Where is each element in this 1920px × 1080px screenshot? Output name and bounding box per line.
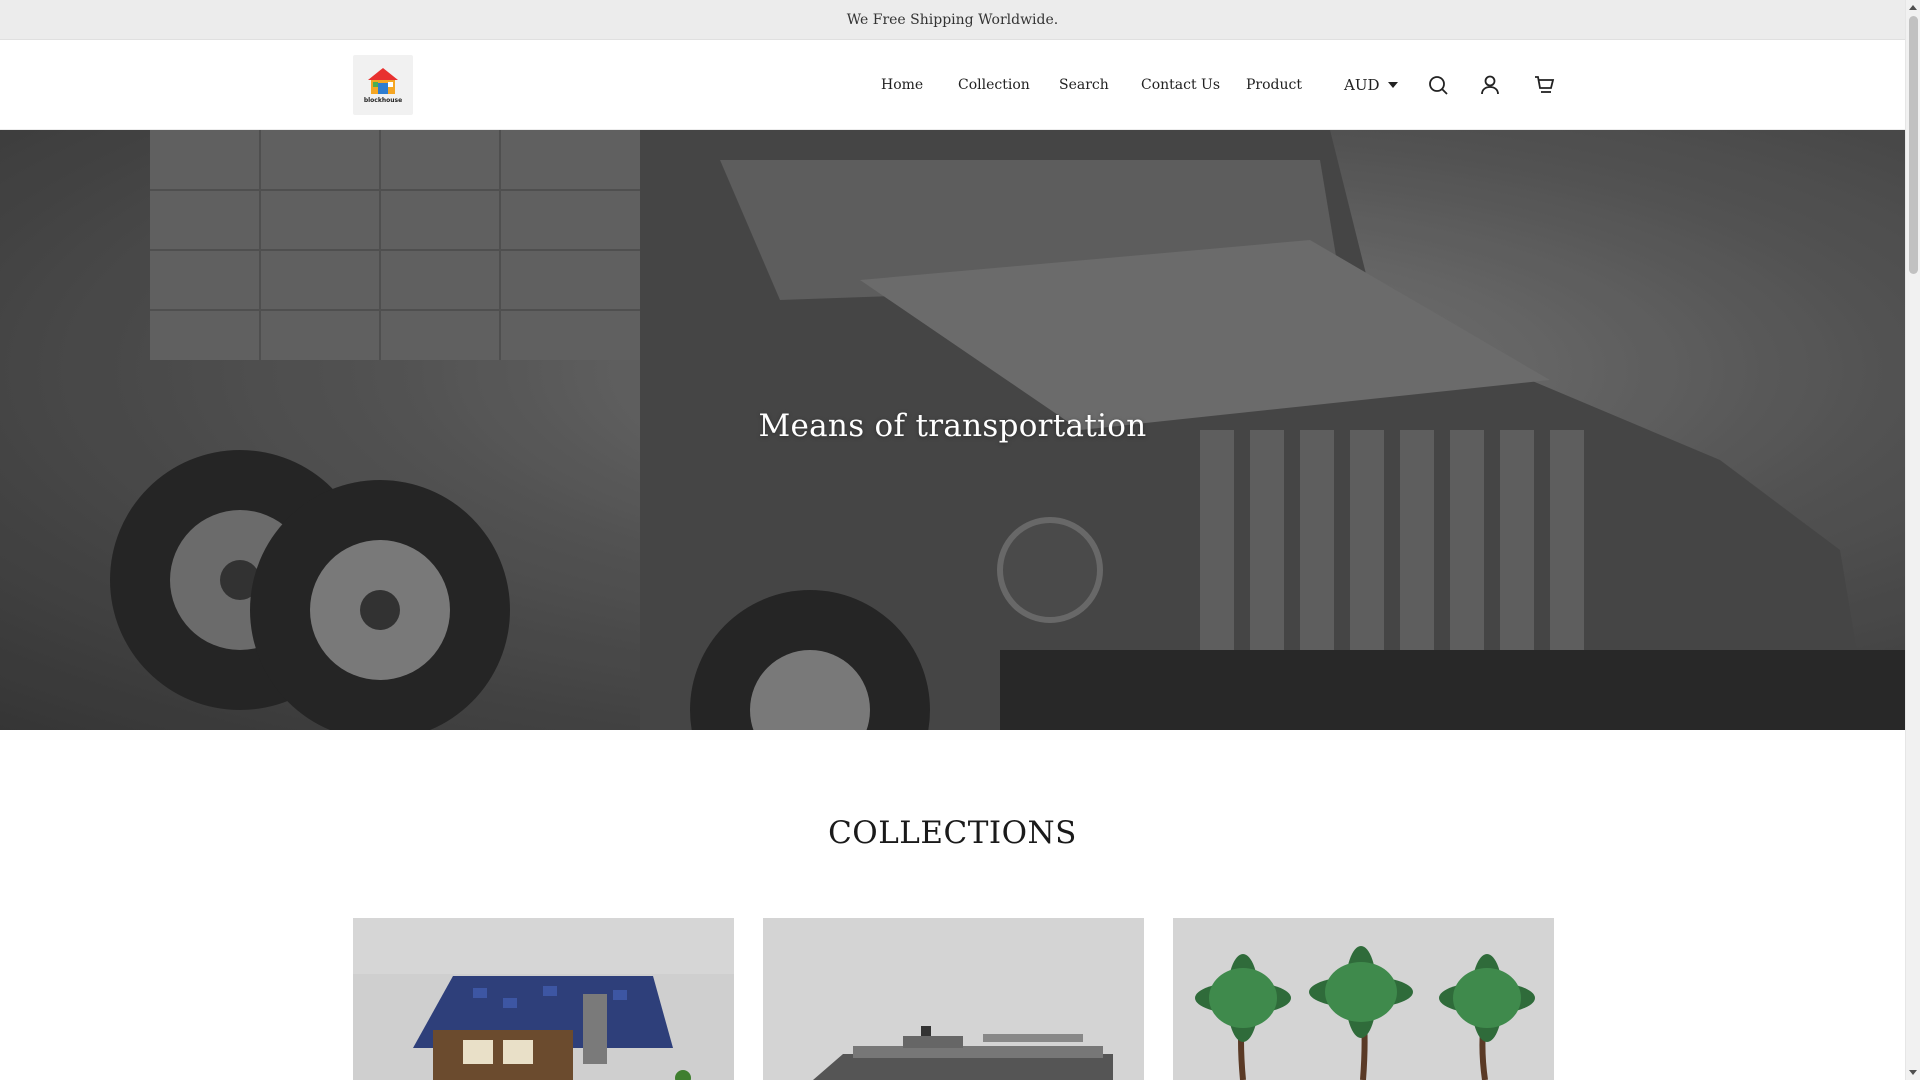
announcement-text: We Free Shipping Worldwide. bbox=[846, 11, 1059, 28]
scrollbar-thumb[interactable] bbox=[1909, 16, 1918, 274]
nav-home[interactable]: Home bbox=[881, 40, 923, 130]
collections-heading: COLLECTIONS bbox=[828, 815, 1077, 851]
search-icon[interactable] bbox=[1426, 73, 1450, 97]
main-nav: Home Collection Search Contact Us Produc… bbox=[0, 40, 1905, 130]
nav-contact-us[interactable]: Contact Us bbox=[1141, 40, 1220, 130]
announcement-bar: We Free Shipping Worldwide. bbox=[0, 0, 1905, 40]
collection-card-3[interactable] bbox=[1173, 918, 1554, 1080]
scroll-down-arrow-icon[interactable] bbox=[1909, 1070, 1917, 1075]
scroll-up-arrow-icon[interactable] bbox=[1909, 5, 1917, 10]
palm-trees-image bbox=[1173, 918, 1554, 1080]
currency-selector[interactable]: AUD bbox=[1344, 40, 1398, 130]
nav-collection[interactable]: Collection bbox=[958, 40, 1030, 130]
nav-search[interactable]: Search bbox=[1059, 40, 1109, 130]
nav-product[interactable]: Product bbox=[1246, 40, 1302, 130]
page-scrollbar[interactable] bbox=[1905, 0, 1920, 1080]
hero-title: Means of transportation bbox=[758, 408, 1147, 444]
account-icon[interactable] bbox=[1478, 73, 1502, 97]
medieval-house-image bbox=[353, 918, 734, 1080]
chevron-down-icon bbox=[1387, 82, 1398, 88]
site-header: blockhouse Home Collection Search Contac… bbox=[0, 40, 1905, 130]
currency-label: AUD bbox=[1344, 76, 1380, 94]
cart-icon[interactable] bbox=[1532, 73, 1556, 97]
hero-banner[interactable]: Means of transportation bbox=[0, 130, 1905, 730]
ship-image bbox=[763, 918, 1144, 1080]
collection-card-1[interactable] bbox=[353, 918, 734, 1080]
collection-card-2[interactable] bbox=[763, 918, 1144, 1080]
